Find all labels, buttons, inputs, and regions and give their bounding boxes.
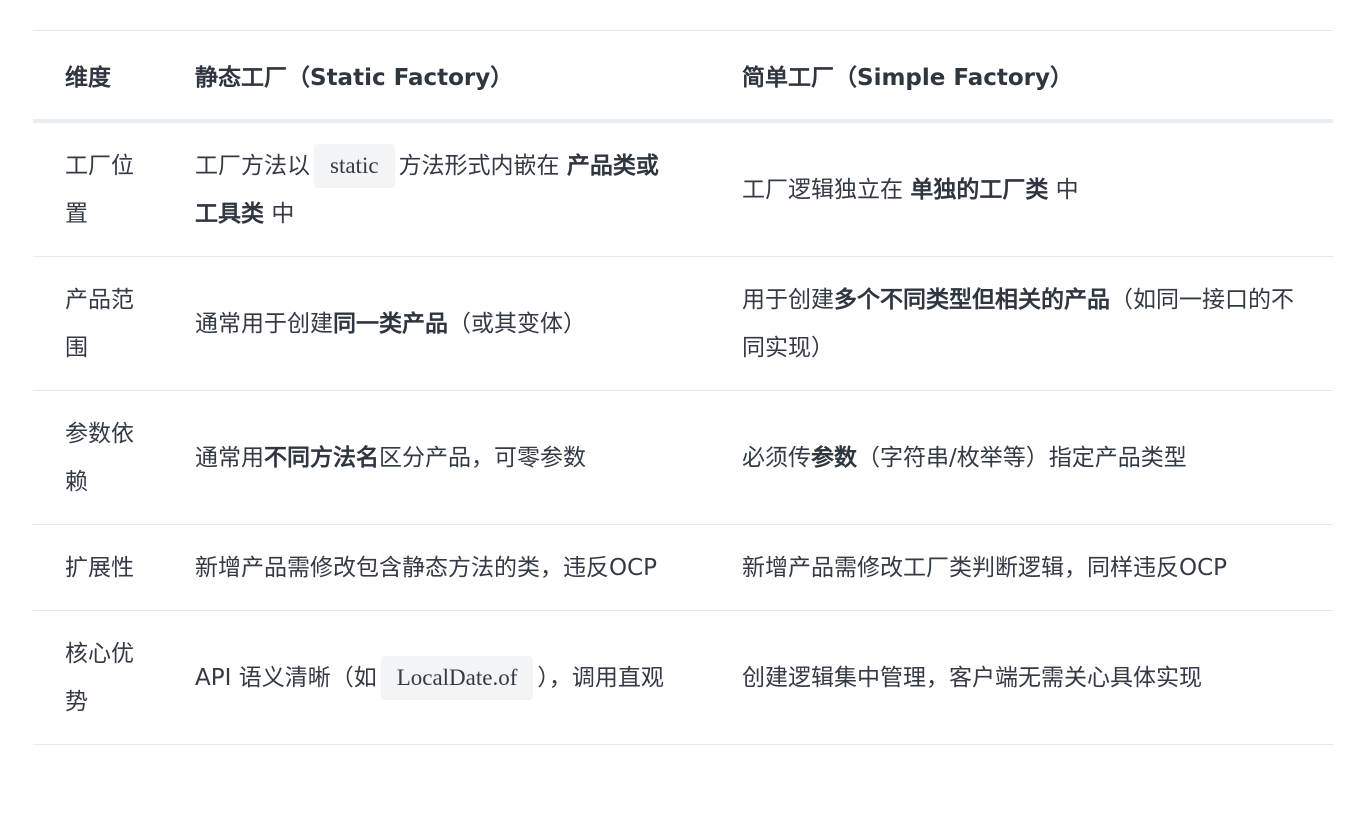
- table-row: 产品范围 通常用于创建同一类产品（或其变体） 用于创建多个不同类型但相关的产品（…: [33, 257, 1333, 391]
- table-header: 维度 静态工厂（Static Factory） 简单工厂（Simple Fact…: [33, 30, 1333, 121]
- inline-code: static: [314, 144, 395, 188]
- cell-text: 通常用于创建: [195, 311, 333, 337]
- row-dimension-label: 参数依赖: [65, 421, 134, 495]
- table-body: 工厂位置 工厂方法以 static 方法形式内嵌在 产品类或工具类 中 工厂逻辑独立…: [33, 121, 1333, 745]
- simple-factory-cell: 工厂逻辑独立在 单独的工厂类 中: [712, 121, 1333, 257]
- cell-text: 通常用: [195, 445, 264, 471]
- cell-text: ），调用直观: [537, 665, 664, 691]
- cell-bold-text: 单独的工厂类: [910, 177, 1049, 203]
- static-factory-cell: 通常用于创建同一类产品（或其变体）: [164, 257, 712, 391]
- cell-text: 区分产品，可零参数: [379, 445, 586, 471]
- header-dimension: 维度: [65, 65, 111, 91]
- cell-bold-text: 不同方法名: [264, 445, 379, 471]
- row-dimension-label: 工厂位置: [65, 153, 134, 227]
- cell-text: API 语义清晰（如: [195, 665, 377, 691]
- table-row: 参数依赖 通常用不同方法名区分产品，可零参数 必须传参数（字符串/枚举等）指定产…: [33, 391, 1333, 525]
- cell-text: 中: [1055, 177, 1079, 203]
- cell-text: 必须传: [742, 445, 811, 471]
- row-dimension-label: 产品范围: [65, 287, 134, 361]
- cell-text: 工厂方法以: [195, 153, 310, 179]
- cell-text: 新增产品需修改包含静态方法的类，违反OCP: [195, 555, 658, 581]
- header-static-factory: 静态工厂（Static Factory）: [195, 65, 514, 91]
- cell-text: （或其变体）: [448, 311, 586, 337]
- static-factory-cell: 工厂方法以 static 方法形式内嵌在 产品类或工具类 中: [164, 121, 712, 257]
- cell-text: 创建逻辑集中管理，客户端无需关心具体实现: [742, 665, 1202, 691]
- simple-factory-cell: 必须传参数（字符串/枚举等）指定产品类型: [712, 391, 1333, 525]
- table-row: 核心优势 API 语义清晰（如 LocalDate.of ），调用直观 创建逻辑集中…: [33, 611, 1333, 745]
- table-row: 工厂位置 工厂方法以 static 方法形式内嵌在 产品类或工具类 中 工厂逻辑独立…: [33, 121, 1333, 257]
- cell-text: 新增产品需修改工厂类判断逻辑，同样违反OCP: [742, 555, 1228, 581]
- row-dimension-label: 核心优势: [65, 641, 134, 715]
- cell-text: 中: [271, 201, 295, 227]
- inline-code: LocalDate.of: [380, 656, 534, 700]
- table-row: 扩展性 新增产品需修改包含静态方法的类，违反OCP 新增产品需修改工厂类判断逻辑…: [33, 525, 1333, 611]
- simple-factory-cell: 创建逻辑集中管理，客户端无需关心具体实现: [712, 611, 1333, 745]
- cell-bold-text: 多个不同类型但相关的产品: [834, 287, 1110, 313]
- static-factory-cell: 新增产品需修改包含静态方法的类，违反OCP: [164, 525, 712, 611]
- cell-text: 用于创建: [742, 287, 834, 313]
- cell-bold-text: 参数: [811, 445, 857, 471]
- row-dimension-label: 扩展性: [65, 555, 134, 581]
- header-simple-factory: 简单工厂（Simple Factory）: [742, 65, 1074, 91]
- simple-factory-cell: 用于创建多个不同类型但相关的产品（如同一接口的不同实现）: [712, 257, 1333, 391]
- cell-text: 方法形式内嵌在: [398, 153, 560, 179]
- header-row: 维度 静态工厂（Static Factory） 简单工厂（Simple Fact…: [33, 30, 1333, 121]
- static-factory-cell: 通常用不同方法名区分产品，可零参数: [164, 391, 712, 525]
- static-factory-cell: API 语义清晰（如 LocalDate.of ），调用直观: [164, 611, 712, 745]
- simple-factory-cell: 新增产品需修改工厂类判断逻辑，同样违反OCP: [712, 525, 1333, 611]
- cell-text: （字符串/枚举等）指定产品类型: [857, 445, 1187, 471]
- cell-text: 工厂逻辑独立在: [742, 177, 903, 203]
- comparison-table: 维度 静态工厂（Static Factory） 简单工厂（Simple Fact…: [33, 30, 1333, 745]
- comparison-table-container: 维度 静态工厂（Static Factory） 简单工厂（Simple Fact…: [33, 30, 1333, 745]
- cell-bold-text: 同一类产品: [333, 311, 448, 337]
